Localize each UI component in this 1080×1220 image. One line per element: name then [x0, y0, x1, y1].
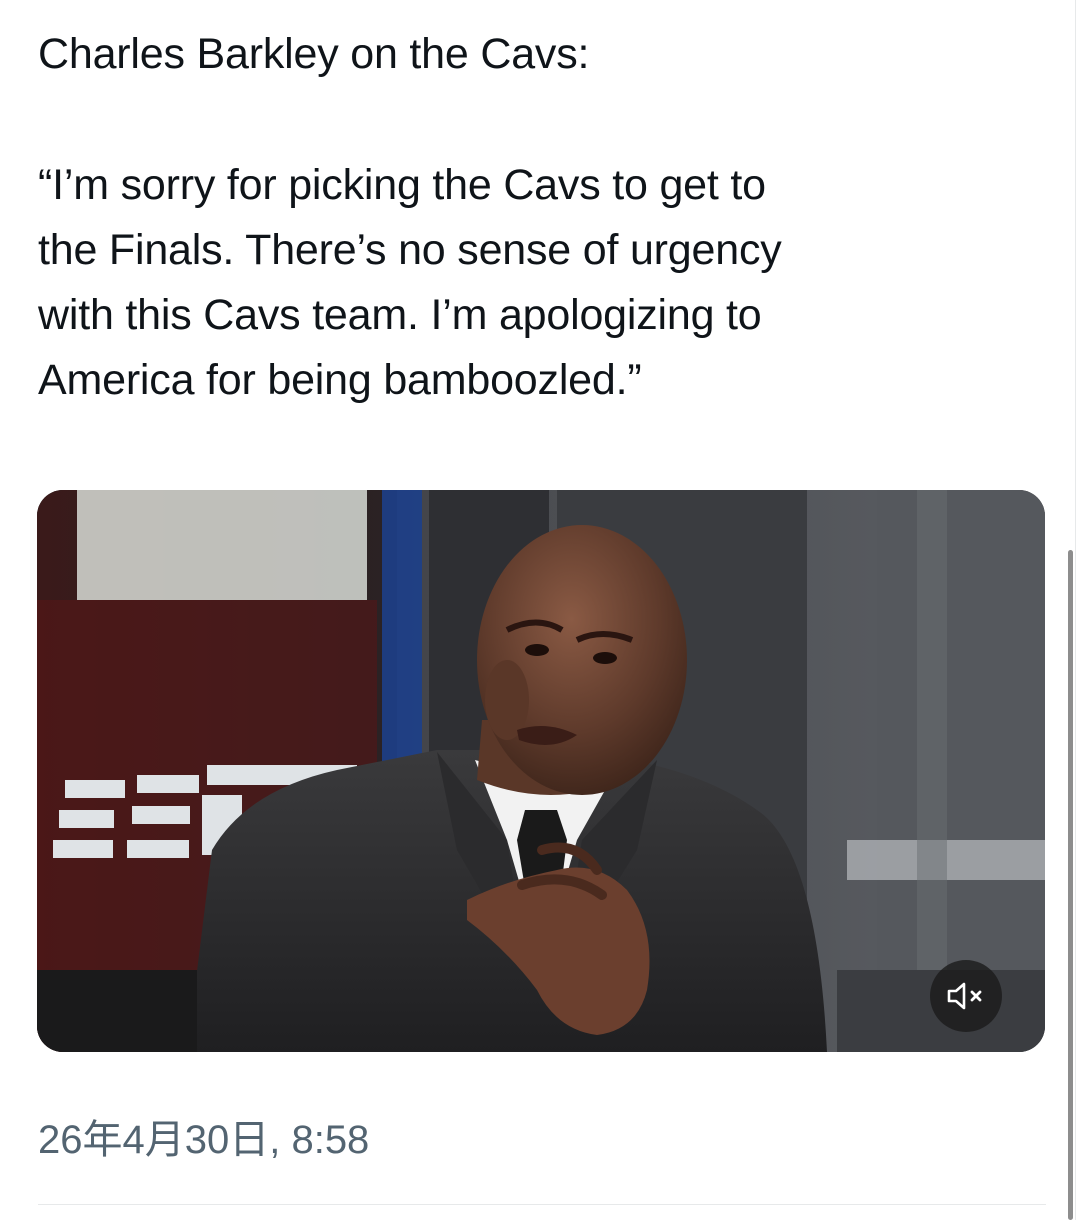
video-player[interactable]: [37, 490, 1045, 1052]
right-border: [1075, 0, 1076, 1220]
tweet-intro: Charles Barkley on the Cavs:: [38, 30, 590, 78]
mute-button[interactable]: [930, 960, 1002, 1032]
video-frame: [37, 490, 1045, 1052]
tweet-text: Charles Barkley on the Cavs: “I’m sorry …: [38, 22, 1038, 413]
tweet-timestamp[interactable]: 26年4月30日, 8:58: [38, 1112, 369, 1168]
divider: [38, 1204, 1046, 1205]
scrollbar[interactable]: [1068, 550, 1073, 1220]
tweet-quote: “I’m sorry for picking the Cavs to get t…: [38, 161, 782, 404]
speaker-muted-icon: [947, 982, 982, 1010]
tweet-detail-page: Charles Barkley on the Cavs: “I’m sorry …: [0, 0, 1080, 1220]
